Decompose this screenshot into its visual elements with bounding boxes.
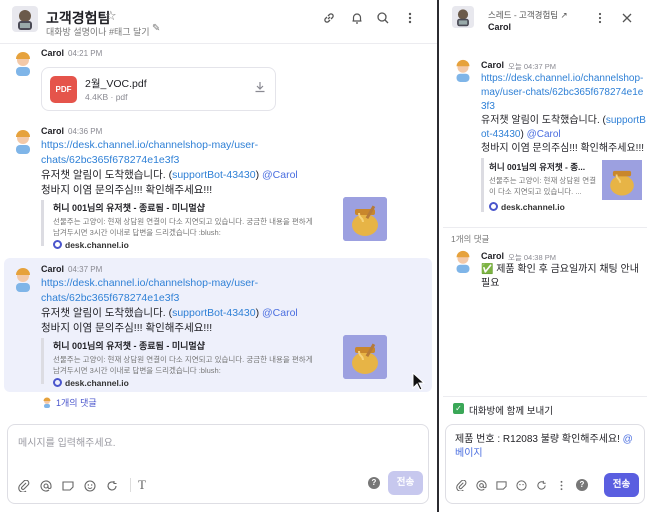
sender-name[interactable]: Carol [481,251,504,261]
preview-site: desk.channel.io [489,202,565,212]
thread-subtitle: Carol [488,22,512,32]
message-notification: Carol 04:36 PM https://desk.channel.io/c… [10,126,430,256]
sender-name[interactable]: Carol [41,264,64,274]
mention[interactable]: @Carol [527,129,561,140]
file-meta: 4.4KB · pdf [85,92,128,102]
honey-jar-thumbnail [343,197,387,241]
close-icon[interactable] [621,12,633,24]
more-icon[interactable] [556,480,567,494]
link-icon[interactable] [320,11,338,29]
star-icon[interactable]: ☆ [105,8,117,24]
chat-header: 고객경험팀 ☆ 대화방 설명이나 #태그 달기 ✎ [0,0,437,44]
message-body: https://desk.channel.io/channelshop-may/… [41,277,298,334]
also-send-label[interactable]: 대화방에 함께 보내기 [469,403,553,417]
message-time: 04:21 PM [68,49,103,58]
preview-desc: 선물주는 고양이: 현재 상담원 연결이 다소 지연되고 있습니다. 궁금한 내… [53,217,313,237]
search-icon[interactable] [374,11,392,29]
check-icon[interactable]: ✓ [453,403,464,414]
carol-avatar [16,52,30,76]
more-icon[interactable] [594,12,606,24]
carol-avatar [456,250,470,273]
team-avatar [12,6,38,32]
mention-icon[interactable] [40,480,52,495]
emoji-icon[interactable] [516,480,527,494]
file-name: 2월_VOC.pdf [85,78,147,90]
tag-icon[interactable] [496,480,507,494]
reply-count: 1개의 댓글 [451,234,490,244]
sender-name[interactable]: Carol [481,60,504,70]
more-icon[interactable] [401,11,419,29]
help-icon[interactable]: ? [576,479,588,491]
toolbar-divider [130,478,131,492]
send-button[interactable]: 전송 [604,473,639,497]
send-button[interactable]: 전송 [388,471,423,495]
message-composer[interactable]: 메시지를 입력해주세요. T ? 전송 [7,424,429,504]
parent-message-body: https://desk.channel.io/channelshop-may/… [481,73,646,154]
bot-link[interactable]: supportBot-43430 [172,307,255,319]
message-time: 04:37 PM [68,265,103,274]
message-input[interactable]: 메시지를 입력해주세요. [18,434,116,449]
link-preview[interactable]: 허니 001님의 유저챗 - 종... 선물주는 고양이: 현재 상담원 연결이… [481,158,643,212]
reply-avatar [43,397,51,408]
emoji-icon[interactable] [84,480,96,495]
bell-icon[interactable] [348,11,366,29]
mention[interactable]: @Carol [262,307,298,319]
file-attachment[interactable]: PDF 2월_VOC.pdf 4.4KB · pdf [41,67,276,111]
preview-title: 허니 001님의 유저챗 - 종... [489,162,586,172]
tag-icon[interactable] [62,480,74,495]
mention-icon[interactable] [476,480,487,494]
message-time: 오늘 04:38 PM [508,253,556,262]
thread-composer[interactable]: 제품 번호 : R12083 불량 확인해주세요! @베이지 ? 전송 [445,424,645,504]
message-body: https://desk.channel.io/channelshop-may/… [41,139,298,196]
thread-pane: 스레드 - 고객경험팀 ↗ Carol Carol 오늘 04:37 PM ht… [437,0,649,512]
divider [443,227,647,228]
chat-link[interactable]: https://desk.channel.io/channelshop-may/… [41,139,258,166]
honey-jar-thumbnail [602,160,642,200]
message-file: Carol 04:21 PM PDF 2월_VOC.pdf 4.4KB · pd… [10,48,430,118]
link-preview[interactable]: 허니 001님의 유저챗 - 종료됨 - 미니멀샵 선물주는 고양이: 현재 상… [41,197,387,250]
team-avatar [452,6,474,28]
thread-input[interactable]: 제품 번호 : R12083 불량 확인해주세요! @베이지 [455,433,635,461]
chat-link[interactable]: https://desk.channel.io/channelshop-may/… [41,277,258,304]
download-icon[interactable] [254,81,266,96]
refresh-icon[interactable] [106,480,118,495]
carol-avatar [16,268,30,292]
preview-title: 허니 001님의 유저챗 - 종료됨 - 미니멀샵 [53,341,205,351]
message-time: 04:36 PM [68,127,103,136]
link-preview[interactable]: 허니 001님의 유저챗 - 종료됨 - 미니멀샵 선물주는 고양이: 현재 상… [41,335,387,388]
edit-icon[interactable]: ✎ [152,23,160,34]
channel-description[interactable]: 대화방 설명이나 #태그 달기 [46,25,150,38]
carol-avatar [16,130,30,154]
attach-icon[interactable] [18,479,30,495]
message-notification[interactable]: Carol 04:37 PM https://desk.channel.io/c… [10,264,430,414]
divider [443,396,647,397]
message-time: 오늘 04:37 PM [508,62,556,71]
carol-avatar [456,59,470,82]
preview-title: 허니 001님의 유저챗 - 종료됨 - 미니멀샵 [53,203,205,213]
preview-desc: 선물주는 고양이: 현재 상담원 연결이 다소 지연되고 있습니다. ... [489,176,597,196]
sender-name[interactable]: Carol [41,126,64,136]
text-icon[interactable]: T [138,477,146,493]
attach-icon[interactable] [456,479,467,494]
honey-jar-thumbnail [343,335,387,379]
chat-link[interactable]: https://desk.channel.io/channelshop-may/… [481,73,643,112]
help-icon[interactable]: ? [368,477,380,489]
mention[interactable]: @Carol [262,169,298,181]
sender-name[interactable]: Carol [41,48,64,58]
pdf-file-icon: PDF [50,76,77,103]
preview-site: desk.channel.io [53,378,129,388]
reply-count-link[interactable]: 1개의 댓글 [41,396,97,409]
reply-body: ✅ 제품 확인 후 금요일까지 채팅 안내 필요 [481,264,639,289]
thread-breadcrumb[interactable]: 스레드 - 고객경험팀 ↗ [488,9,568,21]
cursor-icon [412,372,426,391]
bot-link[interactable]: supportBot-43430 [172,169,255,181]
refresh-icon[interactable] [536,480,547,494]
preview-site: desk.channel.io [53,240,129,250]
preview-desc: 선물주는 고양이: 현재 상담원 연결이 다소 지연되고 있습니다. 궁금한 내… [53,355,313,375]
main-chat-pane: 고객경험팀 ☆ 대화방 설명이나 #태그 달기 ✎ Carol 04:21 PM… [0,0,437,512]
